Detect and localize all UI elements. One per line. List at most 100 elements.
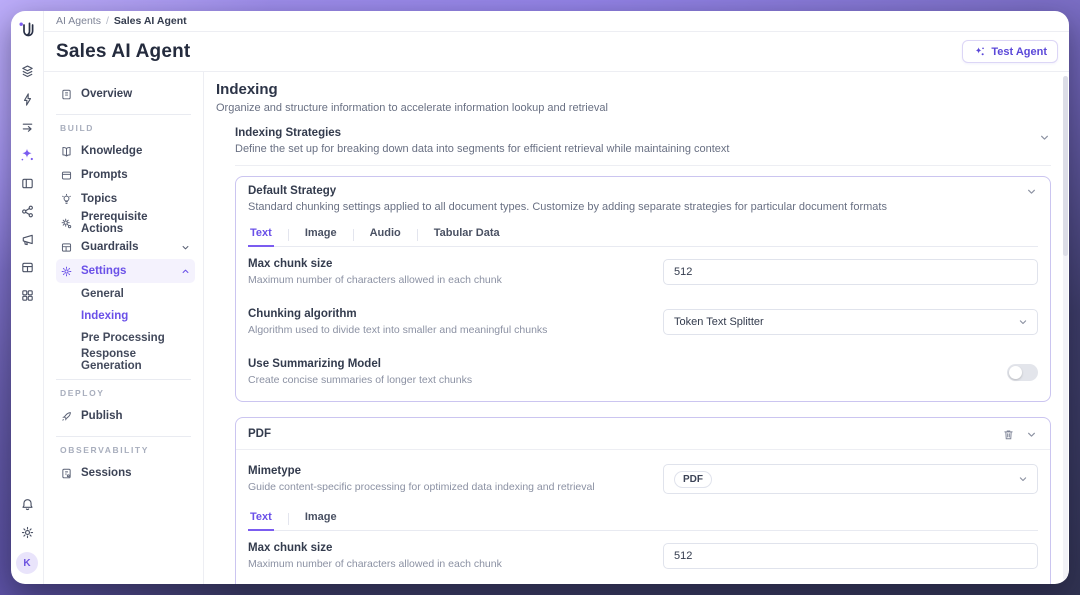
sidebar-item-label: Knowledge xyxy=(81,145,142,157)
test-agent-label: Test Agent xyxy=(991,46,1047,58)
sidebar-item-prompts[interactable]: Prompts xyxy=(56,163,195,187)
default-strategy-card: Default Strategy Standard chunking setti… xyxy=(235,176,1051,402)
share-nodes-icon[interactable] xyxy=(16,200,38,222)
bolt-icon[interactable] xyxy=(16,88,38,110)
icon-rail: K xyxy=(11,11,44,584)
max-chunk-size-description: Maximum number of characters allowed in … xyxy=(248,274,502,286)
sidebar-item-label: Publish xyxy=(81,410,123,422)
breadcrumb-current: Sales AI Agent xyxy=(114,15,187,27)
sidebar-item-label: Overview xyxy=(81,88,132,100)
tab-text[interactable]: Text xyxy=(248,507,274,531)
chevron-down-icon[interactable] xyxy=(1038,127,1051,144)
use-summarizing-model-toggle[interactable] xyxy=(1007,364,1038,381)
use-summarizing-model-description: Create concise summaries of longer text … xyxy=(248,374,472,386)
tab-separator xyxy=(417,229,418,241)
megaphone-icon[interactable] xyxy=(16,228,38,250)
breadcrumb: AI Agents / Sales AI Agent xyxy=(44,11,1069,32)
sidebar-item-label: Topics xyxy=(81,193,117,205)
pdf-strategy-title: PDF xyxy=(248,428,271,440)
chevron-down-icon[interactable] xyxy=(1025,428,1038,441)
sidebar-item-label: Settings xyxy=(81,265,126,277)
mimetype-chip: PDF xyxy=(674,471,712,488)
sidebar-item-pre-processing[interactable]: Pre Processing xyxy=(56,327,195,349)
default-strategy-title: Default Strategy xyxy=(248,185,887,197)
chevron-down-icon[interactable] xyxy=(1025,185,1038,198)
scrollbar-thumb[interactable] xyxy=(1063,76,1068,256)
tab-image[interactable]: Image xyxy=(303,223,339,247)
layout-icon[interactable] xyxy=(16,172,38,194)
sidebar-item-settings[interactable]: Settings xyxy=(56,259,195,283)
toggle-knob xyxy=(1009,366,1022,379)
tab-tabular-data[interactable]: Tabular Data xyxy=(432,223,502,247)
sidebar-item-indexing[interactable]: Indexing xyxy=(56,305,195,327)
sidebar-item-topics[interactable]: Topics xyxy=(56,187,195,211)
tab-text[interactable]: Text xyxy=(248,223,274,247)
max-chunk-size-input[interactable] xyxy=(663,543,1038,569)
nav-divider xyxy=(56,114,191,115)
max-chunk-size-row: Max chunk size Maximum number of charact… xyxy=(248,247,1038,297)
indexing-strategies-header: Indexing Strategies Define the set up fo… xyxy=(235,127,1051,166)
max-chunk-size-description: Maximum number of characters allowed in … xyxy=(248,558,502,570)
chevron-down-icon[interactable] xyxy=(180,242,191,253)
sidebar-item-publish[interactable]: Publish xyxy=(56,404,195,428)
max-chunk-size-input[interactable] xyxy=(663,259,1038,285)
chevron-up-icon[interactable] xyxy=(180,266,191,277)
strategies-subtitle: Define the set up for breaking down data… xyxy=(235,143,729,155)
chunking-algorithm-value: Token Text Splitter xyxy=(674,316,764,328)
mimetype-select[interactable]: PDF xyxy=(663,464,1038,494)
max-chunk-size-label: Max chunk size xyxy=(248,542,502,554)
agent-nav: Overview BUILD Knowledge Prompts xyxy=(44,72,204,584)
chunking-algorithm-row: Chunking algorithm Algorithm used to div… xyxy=(248,297,1038,347)
layers-icon[interactable] xyxy=(16,60,38,82)
chevron-down-icon xyxy=(1017,316,1029,328)
pdf-strategy-tabs: Text Image xyxy=(248,507,1038,531)
mimetype-row: Mimetype Guide content-specific processi… xyxy=(248,458,1038,505)
gear-icon[interactable] xyxy=(16,521,38,543)
bell-icon[interactable] xyxy=(16,493,38,515)
chunking-algorithm-row: Chunking algorithm Algorithm used to div… xyxy=(248,581,1038,584)
tab-audio[interactable]: Audio xyxy=(368,223,403,247)
nav-divider xyxy=(56,436,191,437)
flow-arrow-icon[interactable] xyxy=(16,116,38,138)
test-agent-button[interactable]: Test Agent xyxy=(962,40,1058,63)
chunking-algorithm-label: Chunking algorithm xyxy=(248,308,547,320)
sidebar-item-knowledge[interactable]: Knowledge xyxy=(56,139,195,163)
tab-image[interactable]: Image xyxy=(303,507,339,531)
sparkle-icon[interactable] xyxy=(16,144,38,166)
desktop-background: { "colors": { "accent": "#6c5ce7", "acce… xyxy=(0,0,1080,595)
use-summarizing-model-row: Use Summarizing Model Create concise sum… xyxy=(248,347,1038,397)
sidebar-item-label: Sessions xyxy=(81,467,132,479)
sidebar-item-label: Prerequisite Actions xyxy=(81,211,191,235)
sidebar-item-prerequisite-actions[interactable]: Prerequisite Actions xyxy=(56,211,195,235)
use-summarizing-model-label: Use Summarizing Model xyxy=(248,358,472,370)
page-subtitle: Organize and structure information to ac… xyxy=(216,102,1051,114)
sidebar-item-overview[interactable]: Overview xyxy=(56,82,195,106)
max-chunk-size-label: Max chunk size xyxy=(248,258,502,270)
chunking-algorithm-description: Algorithm used to divide text into small… xyxy=(248,324,547,336)
page-title: Indexing xyxy=(216,81,1051,98)
chevron-down-icon xyxy=(1017,473,1029,485)
breadcrumb-parent[interactable]: AI Agents xyxy=(56,15,101,27)
sidebar-item-response-generation[interactable]: Response Generation xyxy=(56,349,195,371)
tab-separator xyxy=(353,229,354,241)
grid-squares-icon[interactable] xyxy=(16,284,38,306)
user-avatar[interactable]: K xyxy=(16,552,38,574)
sidebar-item-guardrails[interactable]: Guardrails xyxy=(56,235,195,259)
brand-logo-icon[interactable] xyxy=(15,19,39,43)
main-content: Indexing Organize and structure informat… xyxy=(204,72,1069,584)
pdf-strategy-card: PDF xyxy=(235,417,1051,584)
sidebar-item-label: Prompts xyxy=(81,169,128,181)
nav-section-observability: OBSERVABILITY xyxy=(60,445,195,455)
chunking-algorithm-select[interactable]: Token Text Splitter xyxy=(663,309,1038,335)
nav-section-deploy: DEPLOY xyxy=(60,388,195,398)
main-scrollbar[interactable] xyxy=(1063,76,1068,580)
tab-separator xyxy=(288,229,289,241)
agent-title: Sales AI Agent xyxy=(56,41,190,63)
strategies-title: Indexing Strategies xyxy=(235,127,729,139)
table-icon[interactable] xyxy=(16,256,38,278)
mimetype-description: Guide content-specific processing for op… xyxy=(248,481,595,493)
trash-icon[interactable] xyxy=(1002,428,1015,441)
default-strategy-subtitle: Standard chunking settings applied to al… xyxy=(248,201,887,213)
sidebar-item-sessions[interactable]: Sessions xyxy=(56,461,195,485)
sidebar-item-general[interactable]: General xyxy=(56,283,195,305)
